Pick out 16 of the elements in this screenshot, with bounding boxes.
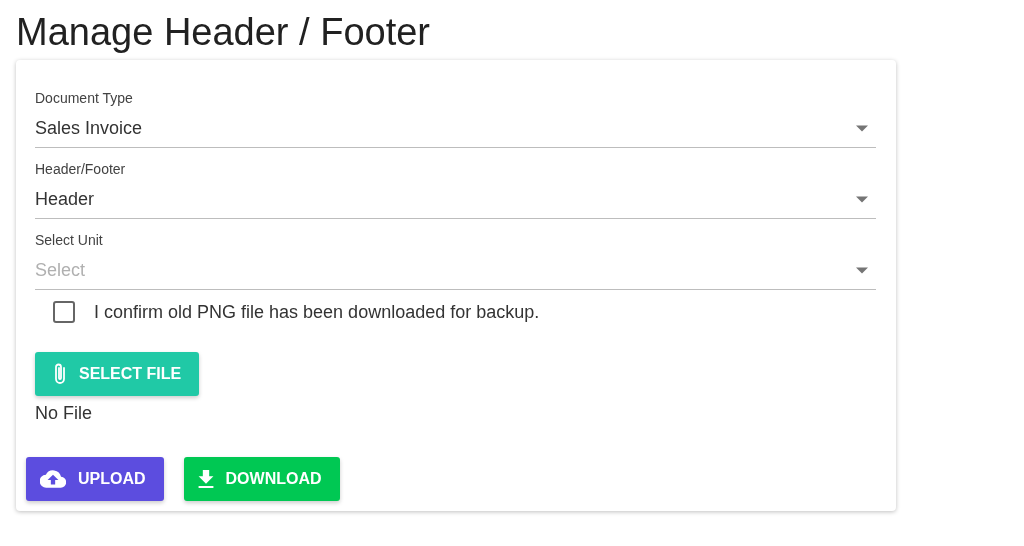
upload-button[interactable]: UPLOAD: [26, 456, 164, 501]
cloud-upload-icon: [40, 469, 66, 488]
select-field[interactable]: Sales Invoice: [35, 109, 876, 148]
select-field[interactable]: Header: [35, 180, 876, 219]
page-title: Manage Header / Footer: [16, 12, 431, 54]
caret-icon: [856, 195, 868, 203]
field-label: Header/Footer: [35, 159, 126, 179]
caret-icon: [856, 266, 868, 274]
paperclip-icon: [53, 361, 67, 386]
checkbox-label: I confirm old PNG file has been downloaded for backup.: [94, 300, 540, 324]
field-label: Select Unit: [35, 230, 103, 250]
field-label: Document Type: [35, 88, 133, 108]
file-status: No File: [35, 401, 93, 425]
checkbox[interactable]: [53, 301, 75, 324]
download-icon: [197, 469, 214, 488]
caret-icon: [856, 124, 868, 132]
